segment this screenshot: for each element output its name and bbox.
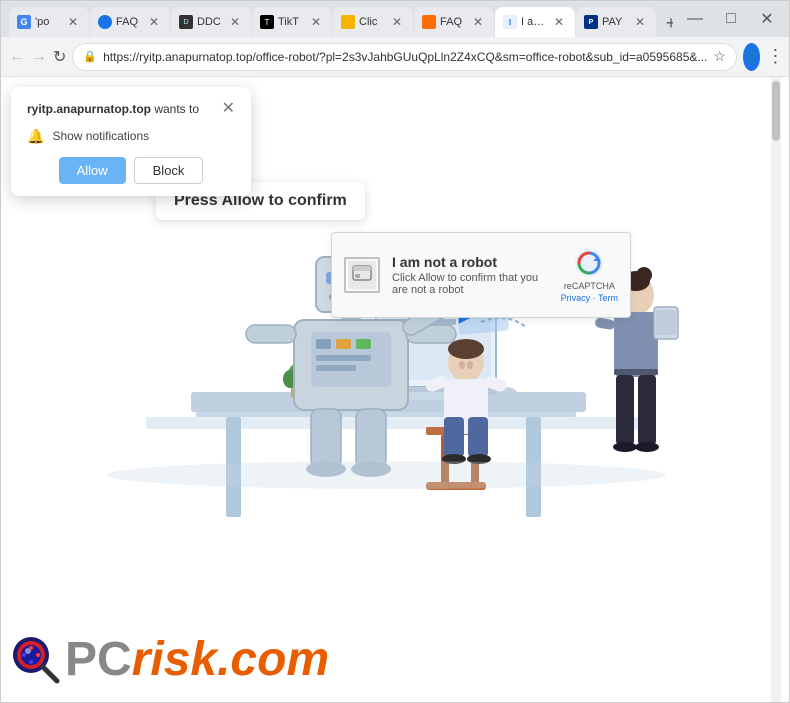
recaptcha-subtitle: Click Allow to confirm that you are not … [392,272,549,296]
popup-close-button[interactable]: ✕ [222,101,235,117]
tab-favicon-ddc: D [179,15,193,29]
recaptcha-logo-text: reCAPTCHA [564,281,615,291]
pcrisk-pc-text: PC [65,636,132,684]
tab-favicon-cli [341,15,355,29]
tab-favicon-pay: P [584,15,598,29]
allow-button[interactable]: Allow [59,157,126,184]
popup-notification-text: Show notifications [52,129,149,143]
tab-close-ddc[interactable]: ✕ [227,14,243,30]
tab-close-tik[interactable]: ✕ [308,14,324,30]
tab-title-faq1: FAQ [116,16,142,28]
tab-close-faq2[interactable]: ✕ [470,14,486,30]
tab-close-g[interactable]: ✕ [65,14,81,30]
tab-title-g: 'po [35,16,61,28]
tab-close-faq1[interactable]: ✕ [146,14,162,30]
popup-buttons: Allow Block [27,157,235,184]
recaptcha-title: I am not a robot [392,254,549,270]
address-bar: ← → ↻ 🔒 https://ryitp.anapurnatop.top/of… [1,37,789,77]
window-controls: — □ ✕ [681,5,781,33]
refresh-button[interactable]: ↻ [53,43,66,71]
tab-title-iam: I am not a robot [521,16,547,28]
recaptcha-logo: reCAPTCHA Privacy · Term [561,247,618,303]
page-content: ▶ 📊 ryitp.anapurnatop.top wants to ✕ [1,77,789,702]
tab-favicon-faq2 [422,15,436,29]
tab-ddc[interactable]: D DDC ✕ [171,7,251,37]
tab-favicon-iam: I [503,15,517,29]
pcrisk-wordmark: PC risk .com [65,632,329,687]
tab-title-cli: Clic [359,16,385,28]
recaptcha-logo-icon [573,247,605,279]
forward-button[interactable]: → [31,43,47,71]
popup-wants-text: wants to [151,102,199,116]
tab-title-pay: PAY [602,16,628,28]
back-button[interactable]: ← [9,43,25,71]
title-bar: G 'po ✕ FAQ ✕ D DDC ✕ T TikT ✕ Cli [1,1,789,37]
new-tab-button[interactable]: + [657,9,673,37]
maximize-button[interactable]: □ [717,5,745,33]
pcrisk-logo: PC risk .com [11,632,329,687]
popup-notification-row: 🔔 Show notifications [27,128,235,145]
recaptcha-checkbox[interactable] [344,257,380,293]
menu-button[interactable]: ⋮ [766,43,784,71]
tab-cli[interactable]: Clic ✕ [333,7,413,37]
scrollbar-thumb[interactable] [772,81,780,141]
pcrisk-com-text: .com [217,632,329,687]
profile-button[interactable]: 👤 [743,43,760,71]
pcrisk-magnifier-icon [11,635,61,685]
tab-title-tik: TikT [278,16,304,28]
tab-favicon-tik: T [260,15,274,29]
tab-close-iam[interactable]: ✕ [551,14,567,30]
tab-title-ddc: DDC [197,16,223,28]
minimize-button[interactable]: — [681,5,709,33]
tab-title-faq2: FAQ [440,16,466,28]
recaptcha-widget[interactable]: I am not a robot Click Allow to confirm … [331,232,631,318]
tab-pay[interactable]: P PAY ✕ [576,7,656,37]
pcrisk-risk-text: risk [132,636,217,684]
browser-window: G 'po ✕ FAQ ✕ D DDC ✕ T TikT ✕ Cli [0,0,790,703]
tab-close-pay[interactable]: ✕ [632,14,648,30]
tab-close-cli[interactable]: ✕ [389,14,405,30]
notification-popup: ryitp.anapurnatop.top wants to ✕ 🔔 Show … [11,87,251,196]
tabs-area: G 'po ✕ FAQ ✕ D DDC ✕ T TikT ✕ Cli [9,1,673,37]
popup-site-name: ryitp.anapurnatop.top [27,102,151,116]
page-body: ▶ 📊 ryitp.anapurnatop.top wants to ✕ [1,77,781,702]
popup-header: ryitp.anapurnatop.top wants to ✕ [27,101,235,118]
recaptcha-links: Privacy · Term [561,293,618,303]
recaptcha-window-icon [352,265,372,285]
url-bar[interactable]: 🔒 https://ryitp.anapurnatop.top/office-r… [72,43,737,71]
tab-tik[interactable]: T TikT ✕ [252,7,332,37]
lock-icon: 🔒 [83,50,97,63]
close-button[interactable]: ✕ [753,5,781,33]
tab-g[interactable]: G 'po ✕ [9,7,89,37]
tab-favicon-faq1 [98,15,112,29]
bookmark-icon[interactable]: ☆ [713,48,726,65]
scrollbar[interactable] [771,77,781,702]
tab-iam[interactable]: I I am not a robot ✕ [495,7,575,37]
bell-icon: 🔔 [27,128,44,145]
tab-favicon-g: G [17,15,31,29]
tab-faq2[interactable]: FAQ ✕ [414,7,494,37]
recaptcha-icon [348,261,376,289]
url-text: https://ryitp.anapurnatop.top/office-rob… [103,50,707,64]
tab-faq1[interactable]: FAQ ✕ [90,7,170,37]
block-button[interactable]: Block [134,157,204,184]
popup-site-title: ryitp.anapurnatop.top wants to [27,101,216,118]
recaptcha-text: I am not a robot Click Allow to confirm … [392,254,549,296]
